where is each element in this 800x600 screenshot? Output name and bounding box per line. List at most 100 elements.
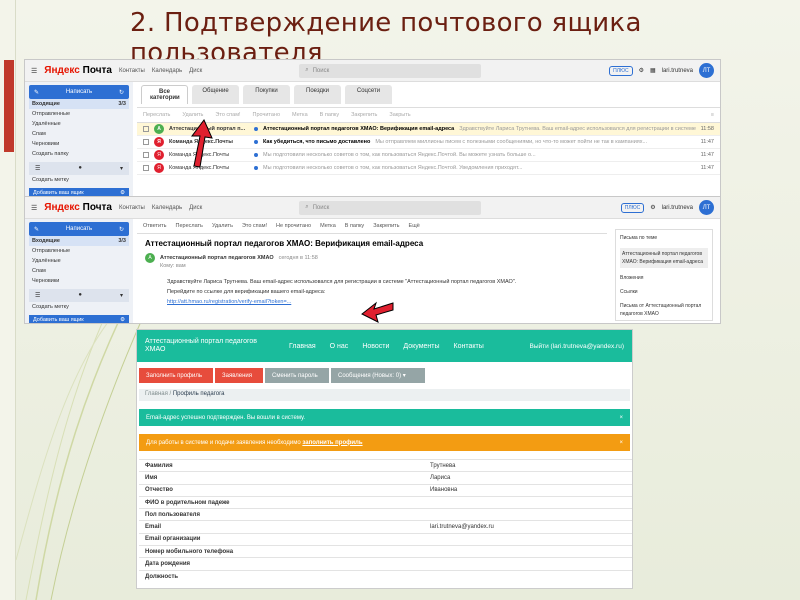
close-button[interactable]: Закрыть — [389, 112, 410, 118]
menu-icon[interactable]: ☰ — [31, 204, 37, 212]
top-link-disk[interactable]: Диск — [189, 205, 202, 211]
sender-letters-link[interactable]: Письма от Аттестационный портал педагого… — [620, 302, 708, 318]
chevron-down-icon[interactable]: ▾ — [120, 165, 123, 172]
forward-button[interactable]: Переслать — [176, 223, 203, 229]
list-icon[interactable]: ☰ — [35, 165, 40, 172]
nav-about[interactable]: О нас — [330, 343, 349, 350]
folder-deleted[interactable]: Удалённые — [29, 256, 129, 266]
move-button[interactable]: В папку — [320, 112, 339, 118]
forward-button[interactable]: Переслать — [143, 112, 170, 118]
breadcrumb-home[interactable]: Главная — [145, 391, 168, 397]
nav-contacts[interactable]: Контакты — [454, 343, 484, 350]
add-mailbox-button[interactable]: Добавить ваш ящик ⚙ — [29, 315, 129, 323]
yandex-mail-logo[interactable]: Яндекс Почта — [44, 65, 112, 76]
top-link-disk[interactable]: Диск — [189, 68, 202, 74]
row-checkbox[interactable] — [143, 126, 149, 132]
folder-sent[interactable]: Отправленные — [29, 246, 129, 256]
pin-button[interactable]: Закрепить — [351, 112, 377, 118]
top-link-contacts[interactable]: Контакты — [119, 68, 145, 74]
read-button[interactable]: Прочитано — [253, 112, 281, 118]
compose-button[interactable]: ✎ Написать ↻ — [29, 222, 129, 236]
tab-networks[interactable]: Соцсети — [345, 85, 392, 104]
mail-row[interactable]: A Аттестационный портал п... Аттестацион… — [137, 123, 720, 136]
related-thread[interactable]: Аттестационный портал педагогов ХМАО: Ве… — [620, 248, 708, 268]
links-link[interactable]: Ссылки — [620, 288, 708, 296]
close-icon[interactable]: × — [619, 415, 623, 421]
tab-trips[interactable]: Поездки — [294, 85, 341, 104]
portal-brand[interactable]: Аттестационный портал педагогов ХМАО — [145, 338, 275, 354]
pin-button[interactable]: Закрепить — [373, 223, 399, 229]
unread-dot-icon[interactable] — [254, 153, 258, 157]
mail-row[interactable]: Я Команда Яндекс.Почты Мы подготовили не… — [137, 162, 720, 175]
attachment-icon[interactable]: ● — [78, 292, 82, 299]
messages-button[interactable]: Сообщения (Новых: 0) ▾ — [331, 368, 425, 383]
delete-button[interactable]: Удалить — [182, 112, 203, 118]
settings-icon[interactable]: ⚙ — [650, 204, 655, 211]
row-checkbox[interactable] — [143, 152, 149, 158]
spam-button[interactable]: Это спам! — [242, 223, 267, 229]
row-checkbox[interactable] — [143, 165, 149, 171]
folder-inbox[interactable]: Входящие 3/3 — [29, 99, 129, 109]
logout-link[interactable]: Выйти (lari.trutneva@yandex.ru) — [530, 343, 625, 350]
top-link-calendar[interactable]: Календарь — [152, 68, 182, 74]
nav-news[interactable]: Новости — [362, 343, 389, 350]
sort-icon[interactable]: ≡ — [711, 112, 714, 118]
unread-dot-icon[interactable] — [254, 166, 258, 170]
delete-button[interactable]: Удалить — [212, 223, 233, 229]
username[interactable]: lari.trutneva — [662, 205, 693, 211]
unread-dot-icon[interactable] — [254, 140, 258, 144]
search-input[interactable]: ⌕ Поиск — [299, 63, 482, 78]
plus-badge[interactable]: ПЛЮС — [620, 202, 645, 213]
sender-name[interactable]: Аттестационный портал педагогов ХМАО — [160, 255, 274, 261]
menu-icon[interactable]: ☰ — [31, 67, 37, 75]
unread-dot-icon[interactable] — [254, 127, 258, 131]
fill-profile-button[interactable]: Заполнить профиль — [139, 368, 213, 383]
username[interactable]: lari.trutneva — [662, 68, 693, 74]
nav-home[interactable]: Главная — [289, 343, 316, 350]
folder-drafts[interactable]: Черновики — [29, 276, 129, 286]
folder-spam[interactable]: Спам — [29, 129, 129, 139]
apps-icon[interactable]: ▦ — [650, 67, 656, 74]
top-link-calendar[interactable]: Календарь — [152, 205, 182, 211]
tab-social[interactable]: Общение — [192, 85, 239, 104]
chevron-down-icon[interactable]: ▾ — [120, 292, 123, 299]
folder-drafts[interactable]: Черновики — [29, 139, 129, 149]
compose-button[interactable]: ✎ Написать ↻ — [29, 85, 129, 99]
create-label-link[interactable]: Создать метку — [29, 302, 129, 312]
spam-button[interactable]: Это спам! — [215, 112, 240, 118]
plus-badge[interactable]: ПЛЮС — [609, 65, 633, 76]
attachment-icon[interactable]: ● — [78, 165, 82, 172]
fill-profile-link[interactable]: заполнить профиль — [302, 440, 362, 446]
change-password-button[interactable]: Сменить пароль — [265, 368, 329, 383]
attachments-link[interactable]: Вложения — [620, 274, 708, 282]
applications-button[interactable]: Заявления — [215, 368, 263, 383]
move-button[interactable]: В папку — [345, 223, 364, 229]
nav-documents[interactable]: Документы — [403, 343, 439, 350]
label-button[interactable]: Метка — [320, 223, 336, 229]
unread-button[interactable]: Не прочитано — [276, 223, 311, 229]
more-button[interactable]: Ещё — [409, 223, 420, 229]
avatar[interactable]: ЛТ — [699, 63, 714, 78]
folder-deleted[interactable]: Удалённые — [29, 119, 129, 129]
verification-link[interactable]: http://att.hmao.ru/registration/verify-e… — [167, 297, 577, 307]
top-link-contacts[interactable]: Контакты — [119, 205, 145, 211]
folder-spam[interactable]: Спам — [29, 266, 129, 276]
folder-create[interactable]: Создать папку — [29, 149, 129, 159]
tab-all[interactable]: Все категории — [141, 85, 188, 104]
tab-shopping[interactable]: Покупки — [243, 85, 290, 104]
list-icon[interactable]: ☰ — [35, 292, 40, 299]
settings-icon[interactable]: ⚙ — [639, 67, 644, 74]
search-input[interactable]: ⌕ Поиск — [299, 200, 482, 215]
yandex-mail-logo[interactable]: Яндекс Почта — [44, 202, 112, 213]
mail-row[interactable]: Я Команда Яндекс.Почты Как убедиться, чт… — [137, 136, 720, 149]
label-button[interactable]: Метка — [292, 112, 308, 118]
folder-sent[interactable]: Отправленные — [29, 109, 129, 119]
reply-button[interactable]: Ответить — [143, 223, 167, 229]
row-checkbox[interactable] — [143, 139, 149, 145]
mail-row[interactable]: Я Команда Яндекс.Почты Мы подготовили не… — [137, 149, 720, 162]
folder-inbox[interactable]: Входящие 3/3 — [29, 236, 129, 246]
refresh-icon[interactable]: ↻ — [119, 89, 124, 96]
create-label-link[interactable]: Создать метку — [29, 175, 129, 185]
close-icon[interactable]: × — [619, 440, 623, 446]
avatar[interactable]: ЛТ — [699, 200, 714, 215]
